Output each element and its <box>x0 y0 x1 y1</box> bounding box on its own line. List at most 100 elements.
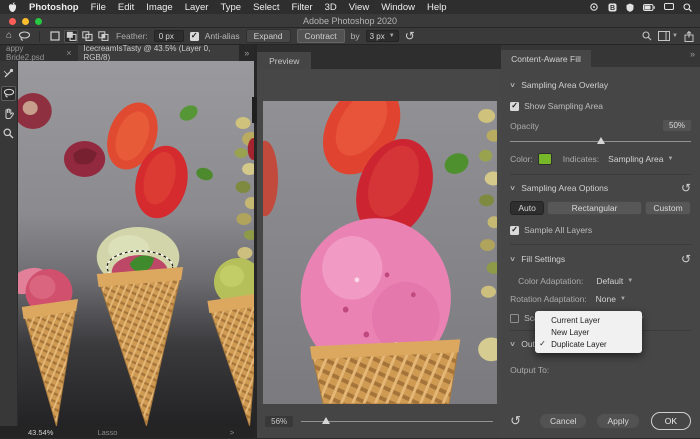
overlay-color-swatch[interactable] <box>537 153 552 165</box>
contract-button[interactable]: Contract <box>296 29 345 43</box>
canvas-image[interactable] <box>18 61 255 426</box>
cancel-button[interactable]: Cancel <box>539 413 588 429</box>
contract-amount-dropdown[interactable]: 3 px ▼ <box>365 30 399 42</box>
sampling-area-overlay-header[interactable]: ∨ Sampling Area Overlay <box>509 80 691 90</box>
svg-text:B: B <box>610 5 615 12</box>
sampling-mode-auto-button[interactable]: Auto <box>510 201 545 215</box>
opacity-label: Opacity <box>510 120 539 131</box>
document-column: appy Bride2.psd × IcecreamIsTasty @ 43.5… <box>0 44 255 438</box>
caf-panel-title: Content-Aware Fill <box>501 50 591 67</box>
menu-item-duplicate-layer[interactable]: ✓ Duplicate Layer <box>535 338 642 350</box>
home-icon[interactable]: ⌂ <box>6 31 12 41</box>
ok-button[interactable]: OK <box>650 412 692 430</box>
caf-footer: ↺ Cancel Apply OK <box>501 404 700 438</box>
intersect-selection-icon[interactable] <box>96 30 110 43</box>
apply-button[interactable]: Apply <box>596 413 640 429</box>
document-tab-inactive[interactable]: appy Bride2.psd × <box>0 44 78 62</box>
share-icon[interactable] <box>684 30 694 42</box>
search-icon[interactable] <box>642 31 652 41</box>
menu-item-type[interactable]: Type <box>220 2 241 13</box>
lasso-tool[interactable] <box>1 86 16 101</box>
lasso-tool-preset-icon[interactable] <box>18 30 31 42</box>
reset-options-icon[interactable]: ↺ <box>405 30 415 42</box>
zoom-window-button[interactable] <box>35 17 42 25</box>
status-icon-display[interactable] <box>664 3 674 11</box>
window-title-bar: Adobe Photoshop 2020 <box>0 14 700 28</box>
output-to-popup-menu: Current Layer New Layer ✓ Duplicate Laye… <box>535 311 643 353</box>
menu-item-select[interactable]: Select <box>253 2 279 13</box>
color-adaptation-label: Color Adaptation: <box>518 276 584 286</box>
reset-all-settings-icon[interactable]: ↺ <box>510 414 521 427</box>
preview-tab-strip: Preview <box>257 45 502 69</box>
reset-fill-settings-icon[interactable]: ↺ <box>681 253 691 265</box>
indicates-dropdown[interactable]: Sampling Area ▼ <box>608 154 673 164</box>
preview-body <box>257 69 502 404</box>
menu-item-view[interactable]: View <box>349 2 369 13</box>
sample-all-layers-checkbox[interactable]: ✓ <box>510 225 520 235</box>
zoom-tool[interactable] <box>1 126 16 141</box>
menu-item-image[interactable]: Image <box>146 2 172 13</box>
menu-item-filter[interactable]: Filter <box>291 2 312 13</box>
tab-overflow-icon[interactable]: » <box>239 45 254 61</box>
show-sampling-area-checkbox[interactable]: ✓ <box>510 101 520 111</box>
reset-sampling-options-icon[interactable]: ↺ <box>681 182 691 194</box>
add-to-selection-icon[interactable] <box>64 29 79 43</box>
canvas[interactable] <box>18 61 255 426</box>
menu-item-layer[interactable]: Layer <box>185 2 209 13</box>
menu-item-window[interactable]: Window <box>381 2 415 13</box>
status-chevron-icon[interactable]: > <box>230 428 234 437</box>
preview-tab[interactable]: Preview <box>257 52 312 69</box>
minimize-window-button[interactable] <box>22 17 29 25</box>
menu-item-file[interactable]: File <box>91 2 106 13</box>
status-icon-battery[interactable] <box>643 3 655 11</box>
fill-settings-header[interactable]: ∨ Fill Settings ↺ <box>509 253 691 265</box>
document-tab-bar: appy Bride2.psd × IcecreamIsTasty @ 43.5… <box>0 44 255 62</box>
menu-item-help[interactable]: Help <box>427 2 447 13</box>
feather-label: Feather: <box>116 31 148 41</box>
close-tab-icon[interactable]: × <box>66 48 71 58</box>
anti-alias-checkbox[interactable]: ✓ <box>189 31 199 41</box>
feather-input[interactable]: 0 px <box>153 30 184 42</box>
menu-item-photoshop[interactable]: Photoshop <box>29 2 79 13</box>
caf-tab-strip: Content-Aware Fill » <box>501 45 700 67</box>
menu-item-current-layer[interactable]: Current Layer <box>535 314 642 326</box>
rotation-adaptation-dropdown[interactable]: None ▼ <box>596 294 626 304</box>
hand-tool[interactable] <box>1 106 16 121</box>
preview-panel: Preview 56% <box>257 45 502 438</box>
zoom-level-field[interactable]: 43.54% <box>28 428 53 437</box>
preview-zoom-slider-thumb[interactable] <box>322 417 331 424</box>
sampling-brush-tool[interactable] <box>1 66 16 81</box>
tool-options-bar: ⌂ Feather: 0 px ✓ Anti-alias Expand Cont… <box>0 28 700 45</box>
status-icon-spotlight[interactable] <box>683 2 692 12</box>
sampling-mode-custom-button[interactable]: Custom <box>645 201 692 215</box>
opacity-slider-thumb[interactable] <box>596 137 605 144</box>
document-tab-active[interactable]: IcecreamIsTasty @ 43.5% (Layer 0, RGB/8) <box>77 44 240 62</box>
menu-item-new-layer[interactable]: New Layer <box>535 326 642 338</box>
preview-zoom-slider[interactable] <box>301 416 494 426</box>
close-window-button[interactable] <box>9 17 16 25</box>
workspace: appy Bride2.psd × IcecreamIsTasty @ 43.5… <box>0 44 700 438</box>
subtract-from-selection-icon[interactable] <box>80 30 94 43</box>
apple-menu-icon[interactable] <box>8 1 17 13</box>
menu-item-edit[interactable]: Edit <box>118 2 134 13</box>
scale-checkbox[interactable] <box>510 313 520 323</box>
sample-all-layers-label: Sample All Layers <box>524 225 593 235</box>
menu-item-3d[interactable]: 3D <box>325 2 337 13</box>
workspace-switcher-icon[interactable]: ▼ <box>658 31 678 41</box>
caf-panel-body: ∨ Sampling Area Overlay ✓ Show Sampling … <box>501 67 700 404</box>
preview-zoom-value[interactable]: 56% <box>265 415 294 427</box>
preview-image[interactable] <box>263 101 498 404</box>
status-icon-shield[interactable] <box>626 3 634 12</box>
anti-alias-label: Anti-alias <box>204 31 240 41</box>
status-icon-camera[interactable] <box>589 3 599 11</box>
caf-panel-menu-icon[interactable]: » <box>690 49 695 59</box>
expand-button[interactable]: Expand <box>245 29 291 43</box>
sampling-area-options-header[interactable]: ∨ Sampling Area Options ↺ <box>509 182 691 194</box>
opacity-value-field[interactable]: 50% <box>663 120 692 131</box>
opacity-slider[interactable] <box>510 136 692 146</box>
color-adaptation-dropdown[interactable]: Default ▼ <box>596 276 633 286</box>
sampling-mode-rectangular-button[interactable]: Rectangular <box>547 201 643 215</box>
check-icon: ✓ <box>539 339 546 348</box>
status-icon-app-b[interactable]: B <box>608 3 617 12</box>
new-selection-icon[interactable] <box>48 30 62 43</box>
